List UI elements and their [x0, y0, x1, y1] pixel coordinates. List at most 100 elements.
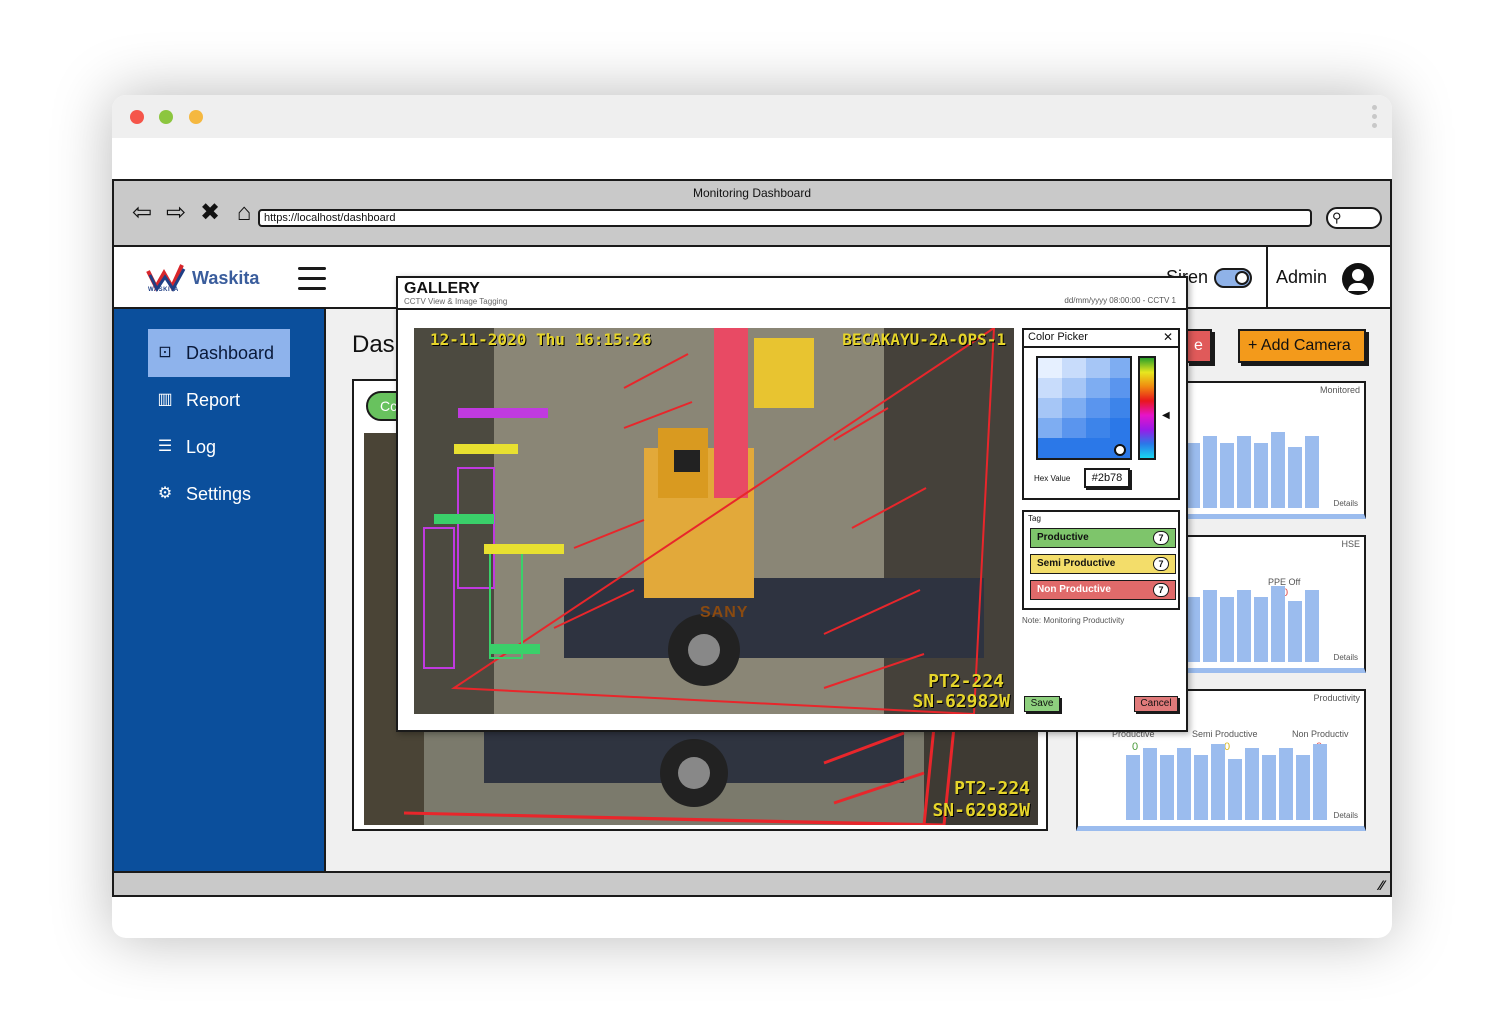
sidebar-item-report[interactable]: ▥ Report: [148, 376, 290, 424]
sidebar-item-label: Settings: [186, 483, 252, 504]
osd-plate-1: PT2-224: [928, 671, 1004, 692]
browser-mockup: Monitoring Dashboard ⇦ ⇨ ✖ ⌂ https://loc…: [112, 179, 1392, 897]
sidebar-item-settings[interactable]: ⚙ Settings: [148, 470, 290, 518]
waskita-logo[interactable]: WASKITA Waskita: [146, 261, 259, 295]
gear-icon: ⚙: [157, 485, 173, 502]
gallery-modal: GALLERY CCTV View & Image Tagging dd/mm/…: [396, 276, 1188, 732]
tag-non-productive[interactable]: Non Productive 7: [1030, 580, 1176, 600]
tag-note: Note: Monitoring Productivity: [1022, 616, 1125, 625]
siren-toggle[interactable]: [1214, 267, 1253, 288]
search-icon[interactable]: ⚲: [1326, 207, 1382, 229]
color-picker-title: Color Picker: [1028, 331, 1088, 343]
modal-header: GALLERY CCTV View & Image Tagging dd/mm/…: [398, 278, 1186, 310]
sidebar-item-log[interactable]: ☰ Log: [148, 423, 290, 471]
tag-label: Productive: [1037, 532, 1089, 543]
tag-label: Semi Productive: [1037, 558, 1116, 569]
chart-bar: [1211, 744, 1225, 820]
chart-bar: [1220, 597, 1234, 662]
header-divider: [1266, 247, 1268, 307]
close-icon[interactable]: ✖: [196, 201, 224, 225]
close-icon[interactable]: ✕: [1163, 330, 1173, 344]
modal-meta: dd/mm/yyyy 08:00:00 - CCTV 1: [1064, 296, 1176, 305]
app-window: Monitoring Dashboard ⇦ ⇨ ✖ ⌂ https://loc…: [112, 95, 1392, 938]
color-picker-header: Color Picker ✕: [1024, 330, 1178, 348]
chart-bar: [1271, 432, 1285, 508]
red-action-button[interactable]: e: [1186, 329, 1212, 363]
panel-bars: [1186, 428, 1319, 508]
chart-bar: [1296, 755, 1310, 820]
osd-timestamp: 12-11-2020 Thu 16:15:26: [430, 330, 652, 349]
chart-bar: [1203, 436, 1217, 508]
sidebar: ⊡ Dashboard ▥ Report ☰ Log ⚙ Settings: [114, 309, 326, 871]
osd-plate-1: PT2-224: [954, 778, 1030, 799]
chart-bar: [1288, 447, 1302, 508]
avatar-icon[interactable]: [1342, 263, 1374, 295]
back-icon[interactable]: ⇦: [128, 201, 156, 225]
truck-brand-text: SANY: [700, 604, 749, 621]
chart-bar: [1254, 443, 1268, 508]
cctv-image[interactable]: 12-11-2020 Thu 16:15:26 BECAKAYU-2A-OPS-…: [414, 328, 1014, 714]
save-button[interactable]: Save: [1024, 696, 1060, 712]
minimize-window-button[interactable]: [159, 110, 173, 124]
details-link[interactable]: Details: [1334, 811, 1358, 820]
logo-mark-icon: WASKITA: [146, 261, 186, 295]
tag-productive[interactable]: Productive 7: [1030, 528, 1176, 548]
chart-bar: [1203, 590, 1217, 662]
add-camera-button[interactable]: + Add Camera: [1238, 329, 1366, 363]
semi-productive-label: Semi Productive: [1192, 729, 1258, 739]
panel-bars: [1126, 740, 1327, 820]
chart-icon: ⊡: [158, 344, 172, 361]
details-link[interactable]: Details: [1334, 499, 1358, 508]
tag-count: 7: [1153, 583, 1169, 597]
chart-bar: [1271, 586, 1285, 662]
panel-bars: [1186, 582, 1319, 662]
close-window-button[interactable]: [130, 110, 144, 124]
hex-input[interactable]: #2b78: [1084, 468, 1130, 488]
chart-bar: [1313, 744, 1327, 820]
user-name[interactable]: Admin: [1276, 267, 1327, 288]
chart-bar: [1177, 748, 1191, 820]
chart-bar: [1126, 755, 1140, 820]
details-link[interactable]: Details: [1334, 653, 1358, 662]
tag-label: Non Productive: [1037, 584, 1111, 595]
sidebar-item-dashboard[interactable]: ⊡ Dashboard: [148, 329, 290, 377]
menu-toggle-icon[interactable]: [298, 267, 326, 297]
chart-bar: [1245, 748, 1259, 820]
modal-title: GALLERY: [404, 280, 480, 297]
chart-bar: [1228, 759, 1242, 820]
chart-bar: [1254, 597, 1268, 662]
chart-bar: [1186, 443, 1200, 508]
chart-bar: [1220, 443, 1234, 508]
page-title: Das: [352, 331, 395, 358]
tag-count: 7: [1153, 531, 1169, 545]
more-menu-icon[interactable]: [1372, 105, 1378, 132]
sidebar-item-label: Report: [186, 389, 241, 410]
tag-count: 7: [1153, 557, 1169, 571]
hex-label: Hex Value: [1034, 474, 1071, 483]
hue-pointer-icon[interactable]: ◀: [1162, 410, 1170, 421]
color-swatch-grid[interactable]: [1036, 356, 1132, 460]
tag-title: Tag: [1028, 514, 1041, 523]
cancel-button[interactable]: Cancel: [1134, 696, 1178, 712]
browser-nav: ⇦ ⇨ ✖ ⌂: [128, 201, 258, 225]
chart-bar: [1194, 755, 1208, 820]
panel-title: Productivity: [1313, 693, 1360, 703]
maximize-window-button[interactable]: [189, 110, 203, 124]
sidebar-item-label: Dashboard: [186, 342, 275, 363]
hue-slider[interactable]: [1138, 356, 1156, 460]
url-bar[interactable]: https://localhost/dashboard: [258, 209, 1312, 227]
home-icon[interactable]: ⌂: [230, 201, 258, 225]
chart-bar: [1305, 436, 1319, 508]
resize-handle-icon[interactable]: ⁄⁄: [1379, 877, 1384, 893]
tag-semi-productive[interactable]: Semi Productive 7: [1030, 554, 1176, 574]
osd-plate-2: SN-62982W: [912, 691, 1010, 712]
chart-bar: [1143, 748, 1157, 820]
chart-bar: [1279, 748, 1293, 820]
chart-bar: [1160, 755, 1174, 820]
list-icon: ☰: [157, 438, 173, 455]
browser-statusbar: ⁄⁄: [114, 871, 1390, 895]
cctv-scene: [414, 328, 1014, 714]
chart-bar: [1237, 436, 1251, 508]
browser-title: Monitoring Dashboard: [692, 186, 812, 200]
forward-icon[interactable]: ⇨: [162, 201, 190, 225]
